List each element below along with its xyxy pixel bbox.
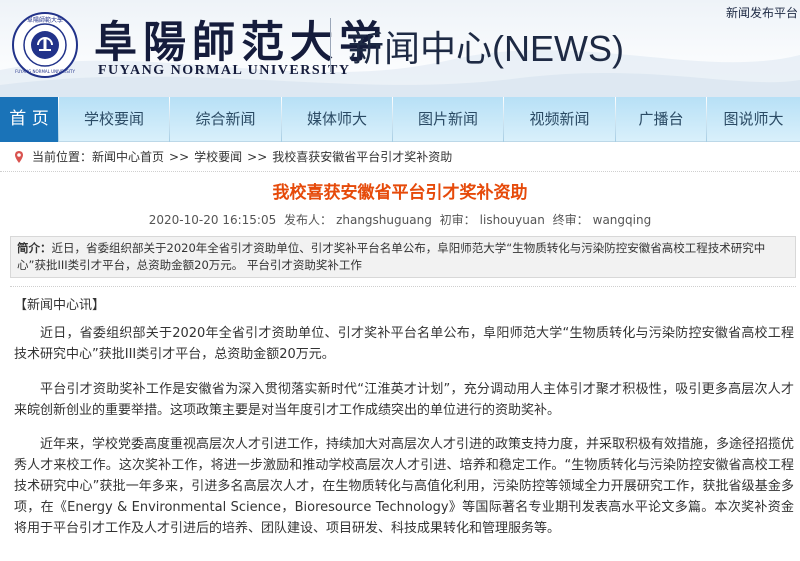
final-reviewer: wangqing bbox=[592, 213, 652, 227]
article-meta: 2020-10-20 16:15:05 发布人： zhangshuguang 初审… bbox=[0, 211, 800, 228]
breadcrumb: 当前位置： 新闻中心首页 >> 学校要闻 >> 我校喜获安徽省平台引才奖补资助 bbox=[0, 142, 800, 172]
breadcrumb-separator: >> bbox=[169, 149, 190, 164]
article-paragraph: 近年来，学校党委高度重视高层次人才引进工作，持续加大对高层次人才引进的政策支持力… bbox=[14, 437, 795, 536]
header-divider bbox=[330, 18, 331, 72]
breadcrumb-link-school-news[interactable]: 学校要闻 bbox=[194, 148, 242, 165]
nav-item-video-news[interactable]: 视频新闻 bbox=[504, 97, 615, 142]
location-pin-icon bbox=[15, 150, 23, 163]
nav-item-home[interactable]: 首 页 bbox=[0, 97, 58, 142]
breadcrumb-link-current[interactable]: 我校喜获安徽省平台引才奖补资助 bbox=[272, 148, 452, 165]
main-nav: 首 页 学校要闻 综合新闻 媒体师大 图片新闻 视频新闻 广播台 图说师大 bbox=[0, 97, 800, 142]
final-review-label: 终审： bbox=[552, 213, 589, 227]
nav-item-broadcast[interactable]: 广播台 bbox=[616, 97, 706, 142]
author-label: 发布人： bbox=[284, 213, 333, 227]
university-name-en: FUYANG NORMAL UNIVERSITY bbox=[98, 63, 351, 78]
publish-date: 2020-10-20 16:15:05 bbox=[148, 213, 277, 227]
university-name-cn: 阜陽師范大学 bbox=[94, 18, 388, 68]
article-paragraph: 平台引才资助奖补工作是安徽省为深入贯彻落实新时代“江淮英才计划”，充分调动用人主… bbox=[14, 382, 794, 418]
university-seal-logo: 阜陽師範大學 FUYANG NORMAL UNIVERSITY bbox=[12, 12, 78, 78]
nav-item-general-news[interactable]: 综合新闻 bbox=[170, 97, 281, 142]
site-title: 新闻中心(NEWS) bbox=[348, 28, 624, 69]
article-summary: 简介：近日，省委组织部关于2020年全省引才资助单位、引才奖补平台名单公布，阜阳… bbox=[10, 236, 796, 278]
summary-label: 简介： bbox=[17, 241, 52, 255]
site-header: 阜陽師範大學 FUYANG NORMAL UNIVERSITY 阜陽師范大学 F… bbox=[0, 0, 800, 97]
author-name: zhangshuguang bbox=[336, 213, 432, 227]
breadcrumb-separator: >> bbox=[247, 149, 268, 164]
svg-text:阜陽師範大學: 阜陽師範大學 bbox=[27, 16, 63, 24]
nav-item-school-news[interactable]: 学校要闻 bbox=[59, 97, 169, 142]
news-source-tag: 【新闻中心讯】 bbox=[14, 298, 106, 313]
breadcrumb-link-news-home[interactable]: 新闻中心首页 bbox=[92, 148, 164, 165]
news-publish-platform-link[interactable]: 新闻发布平台 bbox=[726, 4, 798, 21]
svg-text:FUYANG NORMAL UNIVERSITY: FUYANG NORMAL UNIVERSITY bbox=[15, 69, 75, 74]
first-reviewer: lishouyuan bbox=[479, 213, 545, 227]
first-review-label: 初审： bbox=[439, 213, 476, 227]
nav-item-media[interactable]: 媒体师大 bbox=[282, 97, 392, 142]
content-divider bbox=[10, 286, 796, 287]
summary-text: 近日，省委组织部关于2020年全省引才资助单位、引才奖补平台名单公布，阜阳师范大… bbox=[17, 241, 766, 272]
breadcrumb-prefix: 当前位置： bbox=[32, 150, 93, 164]
nav-item-photo-news[interactable]: 图片新闻 bbox=[393, 97, 503, 142]
article-paragraph: 近日，省委组织部关于2020年全省引才资助单位、引才奖补平台名单公布，阜阳师范大… bbox=[14, 326, 794, 362]
article-title: 我校喜获安徽省平台引才奖补资助 bbox=[272, 183, 528, 203]
nav-item-illustrated[interactable]: 图说师大 bbox=[707, 97, 800, 142]
